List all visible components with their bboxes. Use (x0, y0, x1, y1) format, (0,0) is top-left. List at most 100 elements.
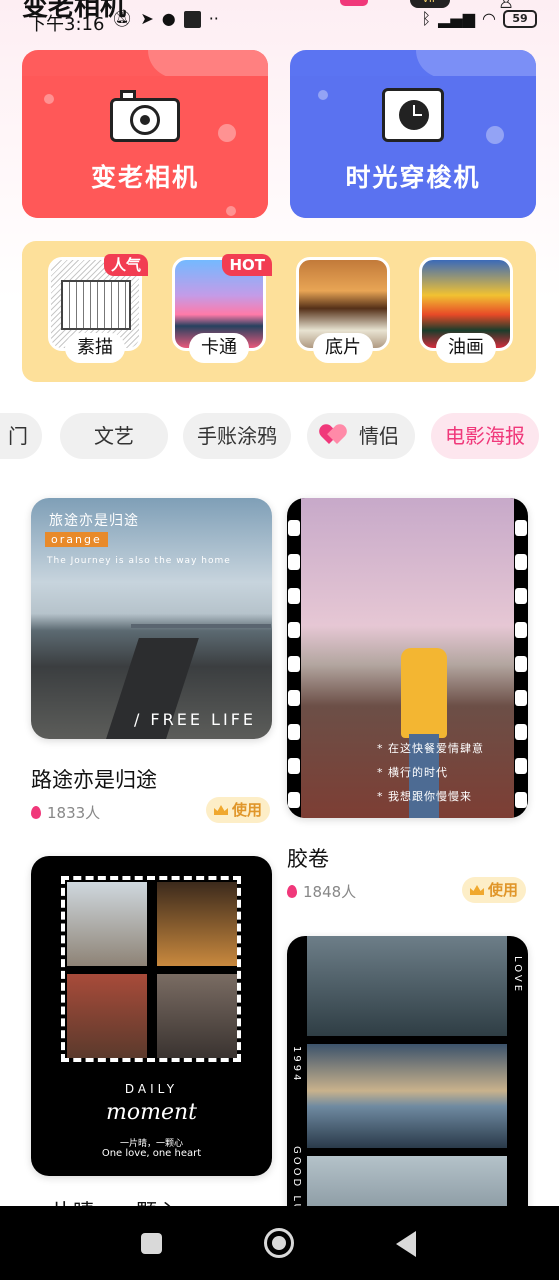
film-hole (515, 554, 527, 570)
use-label: 使用 (488, 881, 519, 899)
category-tabs: 门 文艺 手账涂鸦 情侣 电影海报 (0, 411, 559, 461)
decor-dot (318, 90, 328, 100)
filter-panel: 人气 素描 HOT 卡通 底片 油画 (22, 241, 536, 382)
template-title: 胶卷 (287, 847, 329, 871)
poster-line: * 我想跟你慢慢来 (377, 790, 472, 803)
decor-dot (486, 126, 504, 144)
film-hole (288, 724, 300, 740)
film-hole (515, 724, 527, 740)
template-film-poster[interactable]: * 在这快餐爱情肆意 * 横行的时代 * 我想跟你慢慢来 (287, 498, 528, 818)
mute-bell-icon: 🔕︎ (112, 9, 133, 28)
poster-year: 1994 (291, 1046, 302, 1084)
figure-shape (401, 648, 447, 738)
film-hole (288, 656, 300, 672)
tab-movie-poster[interactable]: 电影海报 (431, 413, 539, 459)
decor-dot (218, 124, 236, 142)
poster-line: * 横行的时代 (377, 766, 448, 779)
film-hole (288, 520, 300, 536)
time-machine-label: 时光穿梭机 (345, 163, 481, 192)
filter-oil-painting[interactable]: 油画 (419, 257, 513, 363)
status-notifications: 🔕︎ ➤ ● ·· (112, 9, 219, 29)
film-hole (288, 792, 300, 808)
decor-dot (226, 206, 236, 216)
card-tab (148, 50, 268, 78)
template-road-poster[interactable]: 旅途亦是归途 orange The Journey is also the wa… (31, 498, 272, 739)
template-usage: 1833人 (31, 802, 100, 823)
template-usage: 1848人 (287, 881, 356, 902)
poster-bottom-text: / FREE LIFE (133, 710, 256, 729)
use-template-button[interactable]: 使用 (206, 797, 271, 823)
film-hole (515, 792, 527, 808)
crown-icon (214, 805, 228, 815)
tab-literary[interactable]: 文艺 (60, 413, 168, 459)
filter-label: 油画 (436, 333, 496, 363)
poster-line: * 在这快餐爱情肆意 (377, 742, 484, 755)
poster-tag: orange (45, 532, 108, 547)
filter-label: 素描 (65, 333, 125, 363)
wifi-icon: ◠ (482, 9, 496, 28)
flame-icon (287, 885, 297, 898)
photo-tile (67, 974, 147, 1058)
back-button[interactable] (396, 1231, 416, 1257)
tab-category-0[interactable]: 门 (0, 413, 42, 459)
photo-frame (61, 876, 241, 1062)
usage-count: 1848人 (303, 883, 357, 901)
hot-badge: HOT (222, 254, 272, 276)
film-hole (515, 622, 527, 638)
poster-title: DAILY (124, 1082, 179, 1096)
status-time: 下午3:16 (28, 14, 105, 35)
signal-icon: ▂▄▆ (438, 9, 476, 28)
system-nav-bar (0, 1206, 559, 1280)
use-template-button[interactable]: 使用 (462, 877, 527, 903)
tab-couple[interactable]: 情侣 (307, 413, 415, 459)
photo-tile (157, 974, 237, 1058)
film-hole (288, 690, 300, 706)
crown-icon (470, 885, 484, 895)
poster-caption-en: One love, one heart (101, 1148, 202, 1159)
camera-icon (110, 90, 180, 142)
filter-label: 卡通 (189, 333, 249, 363)
tab-label: 情侣 (359, 424, 399, 448)
decor-dot (44, 94, 54, 104)
template-daily-poster[interactable]: DAILY moment 一片晴，一颗心 One love, one heart (31, 856, 272, 1176)
home-button[interactable] (264, 1228, 294, 1258)
vip-badge[interactable]: VIP (410, 0, 450, 8)
popular-badge: 人气 (103, 254, 148, 276)
photo-tile (157, 882, 237, 966)
card-tab (416, 50, 536, 78)
use-label: 使用 (232, 801, 263, 819)
recents-button[interactable] (141, 1233, 162, 1254)
filter-cartoon[interactable]: HOT 卡通 (172, 254, 272, 363)
filter-sketch[interactable]: 人气 素描 (48, 254, 148, 363)
film-hole (288, 588, 300, 604)
status-bar: 变老相机 VIP ♙ 下午3:16 🔕︎ ➤ ● ·· ᛒ ▂▄▆ ◠ 59 (0, 0, 559, 42)
bluetooth-icon: ᛒ (421, 9, 432, 28)
telegram-icon: ➤ (140, 9, 154, 28)
photo-strip (307, 936, 507, 1036)
photo-tile (67, 882, 147, 966)
chat-icon: ● (161, 9, 176, 28)
template-title: 路途亦是归途 (31, 768, 157, 792)
filter-negative[interactable]: 底片 (296, 257, 390, 363)
aging-camera-label: 变老相机 (90, 163, 199, 192)
film-hole (515, 656, 527, 672)
photo-strip (307, 1044, 507, 1148)
status-system-icons: ᛒ ▂▄▆ ◠ 59 (421, 9, 537, 29)
bridge-shape (131, 624, 271, 628)
poster-script: moment (106, 1100, 197, 1125)
tab-journal-doodle[interactable]: 手账涂鸦 (183, 413, 291, 459)
film-hole (288, 758, 300, 774)
filter-label: 底片 (313, 333, 373, 363)
film-hole (515, 588, 527, 604)
film-hole (515, 758, 527, 774)
aging-camera-card[interactable]: 变老相机 (22, 50, 268, 218)
poster-caption: 旅途亦是归途 (49, 513, 139, 529)
notification-badge (340, 0, 368, 6)
time-machine-card[interactable]: 时光穿梭机 (290, 50, 536, 218)
film-hole (515, 690, 527, 706)
app-notification-icon (183, 10, 201, 28)
battery-icon: 59 (503, 10, 537, 28)
film-hole (288, 554, 300, 570)
film-hole (515, 520, 527, 536)
poster-subtitle: The Journey is also the way home (47, 556, 231, 566)
